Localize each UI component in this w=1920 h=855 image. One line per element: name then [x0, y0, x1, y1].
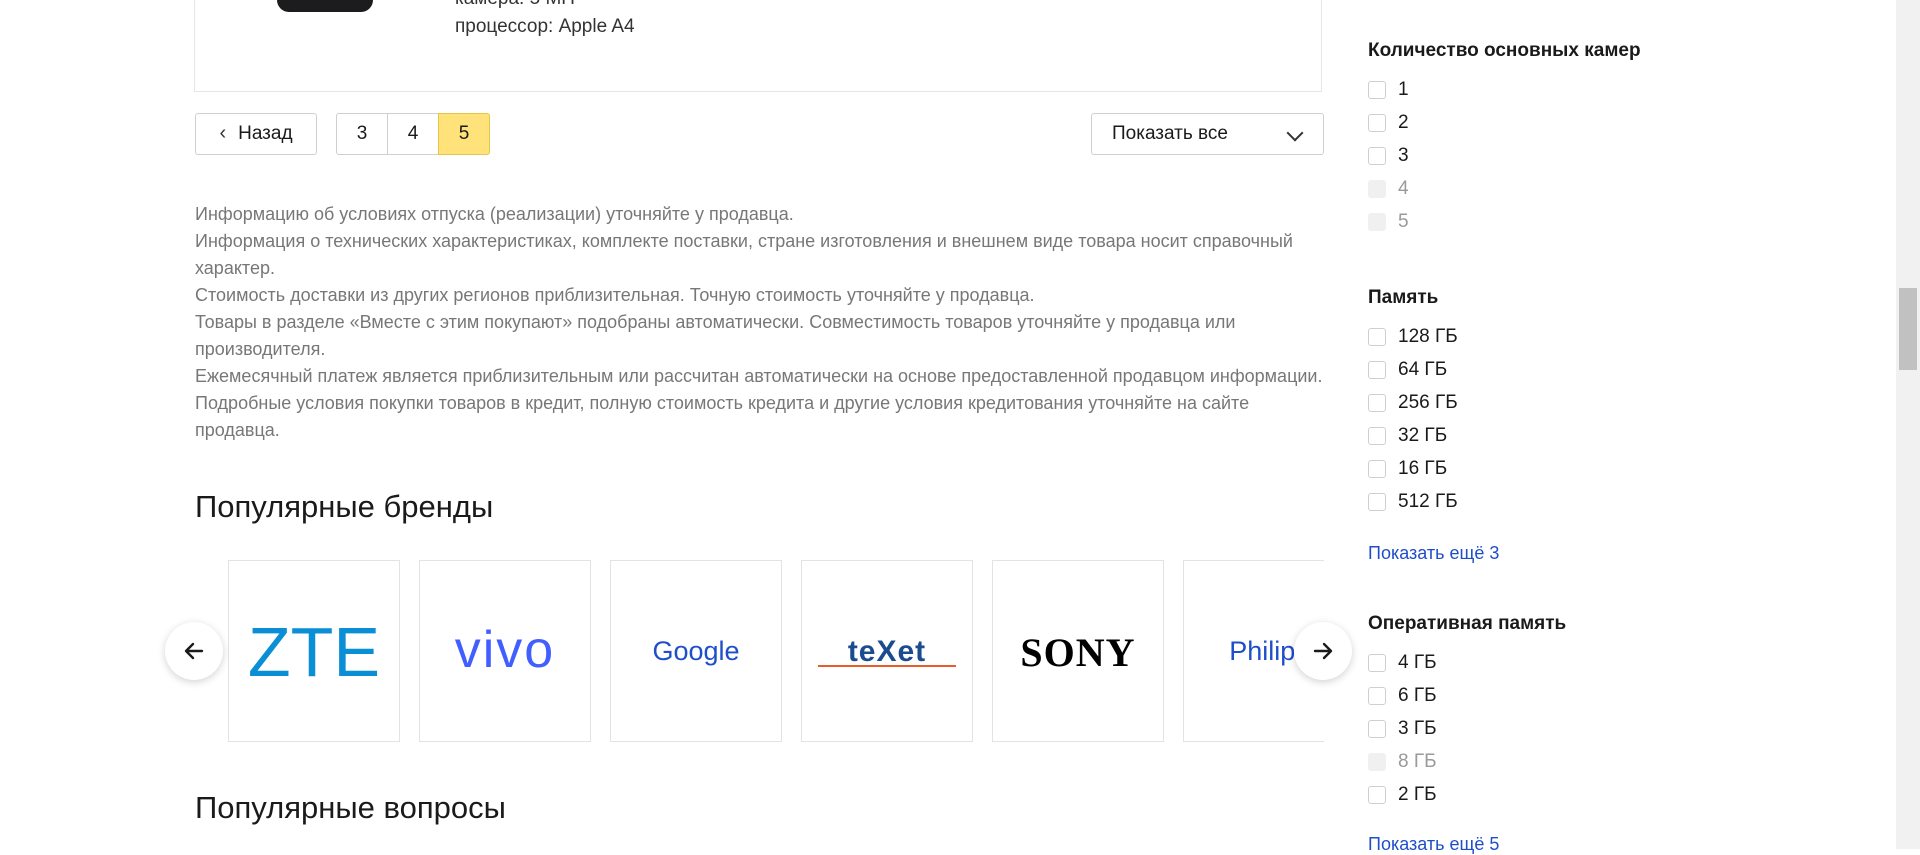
disclaimer-line: Ежемесячный платеж является приблизитель… [195, 366, 1323, 440]
filter-cameras-option[interactable]: 1 [1368, 78, 1409, 102]
option-label: 2 [1398, 112, 1409, 133]
filter-cameras-option[interactable]: 2 [1368, 111, 1409, 135]
option-label: 3 [1398, 145, 1409, 166]
filter-memory-option[interactable]: 16 ГБ [1368, 457, 1447, 481]
checkbox[interactable] [1368, 687, 1386, 705]
carousel-prev-button[interactable] [165, 622, 223, 680]
chevron-left-icon: ‹ [219, 121, 227, 144]
filter-ram-option[interactable]: 2 ГБ [1368, 783, 1437, 807]
option-label: 512 ГБ [1398, 491, 1458, 512]
checkbox[interactable] [1368, 427, 1386, 445]
option-label: 4 ГБ [1398, 652, 1437, 673]
zte-logo: ZTE [248, 616, 380, 686]
page-4-button[interactable]: 4 [387, 113, 439, 155]
product-image[interactable] [277, 0, 373, 12]
checkbox[interactable] [1368, 460, 1386, 478]
checkbox[interactable] [1368, 654, 1386, 672]
pagination: 3 4 5 [336, 113, 490, 155]
back-button[interactable]: ‹ Назад [195, 113, 317, 155]
checkbox[interactable] [1368, 361, 1386, 379]
legal-disclaimer: Информацию об условиях отпуска (реализац… [195, 201, 1323, 444]
product-spec-cpu: процессор: Apple A4 [455, 16, 635, 37]
filter-memory-option[interactable]: 128 ГБ [1368, 325, 1458, 349]
sony-logo-text: SONY [1020, 630, 1135, 675]
popular-questions-heading: Популярные вопросы [195, 790, 506, 825]
checkbox [1368, 753, 1386, 771]
texet-logo: teXet [818, 635, 956, 668]
option-label: 1 [1398, 79, 1409, 100]
filter-cameras-option-disabled: 4 [1368, 177, 1409, 201]
page-3-button[interactable]: 3 [336, 113, 388, 155]
arrow-left-icon [184, 642, 204, 660]
option-label: 64 ГБ [1398, 359, 1448, 380]
checkbox[interactable] [1368, 394, 1386, 412]
page-scrollbar-thumb[interactable] [1899, 288, 1917, 370]
disclaimer-line: Информация о технических характеристиках… [195, 231, 1293, 278]
google-label: Google [652, 635, 740, 666]
popular-brands-heading: Популярные бренды [195, 489, 494, 524]
filter-ram-option-disabled: 8 ГБ [1368, 750, 1437, 774]
checkbox[interactable] [1368, 81, 1386, 99]
brand-tile-zte[interactable]: ZTE [228, 560, 400, 742]
option-label: 32 ГБ [1398, 425, 1448, 446]
option-label: 6 ГБ [1398, 685, 1437, 706]
vivo-logo: vivo [455, 621, 555, 679]
filter-memory-option[interactable]: 32 ГБ [1368, 424, 1447, 448]
filter-ram-title: Оперативная память [1368, 613, 1567, 634]
option-label: 256 ГБ [1398, 392, 1458, 413]
carousel-next-button[interactable] [1294, 622, 1352, 680]
option-label: 5 [1398, 211, 1409, 232]
option-label: 4 [1398, 178, 1409, 199]
brands-carousel: ZTE vivo Google teXet SONY Philips [194, 560, 1324, 742]
filter-cameras-option-disabled: 5 [1368, 210, 1409, 234]
product-card: камера: 5 МП процессор: Apple A4 [194, 0, 1322, 92]
checkbox[interactable] [1368, 147, 1386, 165]
zte-logo-text: ZTE [248, 616, 380, 686]
option-label: 2 ГБ [1398, 784, 1437, 805]
option-label: 16 ГБ [1398, 458, 1448, 479]
memory-show-more-link[interactable]: Показать ещё 3 [1368, 543, 1499, 564]
checkbox [1368, 180, 1386, 198]
filter-memory-option[interactable]: 64 ГБ [1368, 358, 1447, 382]
filter-ram-option[interactable]: 6 ГБ [1368, 684, 1437, 708]
filter-memory-title: Память [1368, 287, 1439, 308]
page-5-button[interactable]: 5 [438, 113, 490, 155]
back-button-label: Назад [238, 123, 293, 144]
page-scrollbar-track[interactable] [1896, 0, 1920, 849]
brand-tile-sony[interactable]: SONY [992, 560, 1164, 742]
arrow-right-icon [1313, 642, 1333, 660]
option-label: 3 ГБ [1398, 718, 1437, 739]
product-spec-camera: камера: 5 МП [455, 0, 575, 10]
show-count-select[interactable]: Показать все [1091, 113, 1324, 155]
checkbox[interactable] [1368, 493, 1386, 511]
disclaimer-line: Стоимость доставки из других регионов пр… [195, 285, 1035, 305]
ram-show-more-link[interactable]: Показать ещё 5 [1368, 834, 1499, 855]
disclaimer-line: Информацию об условиях отпуска (реализац… [195, 204, 794, 224]
chevron-down-icon [1286, 124, 1304, 142]
brand-tile-google[interactable]: Google [610, 560, 782, 742]
show-count-value: Показать все [1112, 123, 1228, 144]
vivo-logo-text: vivo [455, 621, 555, 679]
option-label: 128 ГБ [1398, 326, 1458, 347]
checkbox [1368, 213, 1386, 231]
filter-cameras-title: Количество основных камер [1368, 40, 1641, 61]
filter-memory-option[interactable]: 256 ГБ [1368, 391, 1458, 415]
filter-memory-option[interactable]: 512 ГБ [1368, 490, 1458, 514]
checkbox[interactable] [1368, 720, 1386, 738]
filter-cameras-option[interactable]: 3 [1368, 144, 1409, 168]
checkbox[interactable] [1368, 114, 1386, 132]
checkbox[interactable] [1368, 786, 1386, 804]
filter-ram-option[interactable]: 3 ГБ [1368, 717, 1437, 741]
brand-tile-vivo[interactable]: vivo [419, 560, 591, 742]
sony-logo: SONY [1020, 630, 1135, 675]
filter-ram-option[interactable]: 4 ГБ [1368, 651, 1437, 675]
disclaimer-line: Товары в разделе «Вместе с этим покупают… [195, 312, 1236, 359]
brand-tile-texet[interactable]: teXet [801, 560, 973, 742]
option-label: 8 ГБ [1398, 751, 1437, 772]
checkbox[interactable] [1368, 328, 1386, 346]
texet-logo-text: teXet [848, 635, 926, 668]
